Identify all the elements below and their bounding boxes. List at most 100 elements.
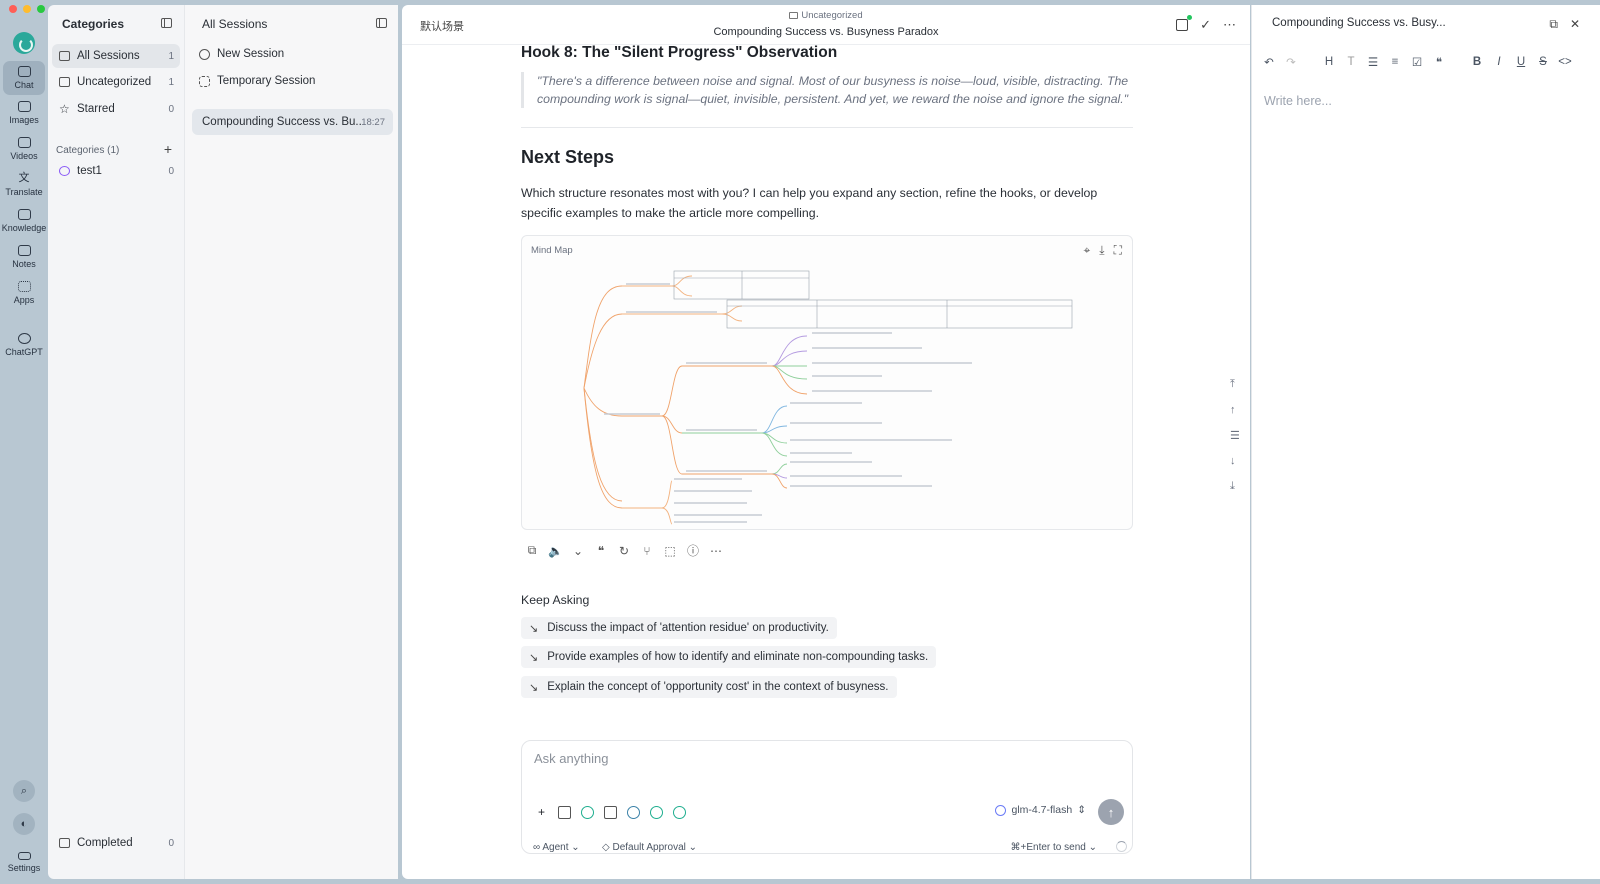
previous-message-icon[interactable]: ↑ bbox=[1230, 404, 1240, 416]
sidebar-toggle-icon[interactable] bbox=[161, 18, 172, 28]
agent-mode-selector[interactable]: ∞ Agent ⌄ bbox=[533, 842, 580, 853]
add-category-icon[interactable]: + bbox=[164, 141, 172, 157]
underline-icon[interactable]: U bbox=[1514, 56, 1528, 68]
edit-notes-icon[interactable] bbox=[1176, 14, 1193, 31]
add-icon[interactable]: + bbox=[535, 806, 548, 819]
session-list-item[interactable]: Compounding Success vs. Bu... 18:27 bbox=[192, 109, 393, 135]
rail-item-chatgpt[interactable]: ChatGPT bbox=[3, 328, 45, 362]
rail-item-chat[interactable]: Chat bbox=[3, 61, 45, 95]
speaker-icon[interactable]: 🔈 bbox=[548, 544, 563, 558]
text-icon[interactable]: T bbox=[1344, 56, 1358, 68]
temporary-session-button[interactable]: Temporary Session bbox=[199, 75, 315, 87]
chevron-down-icon[interactable]: ⌄ bbox=[571, 544, 585, 558]
copy-icon[interactable]: ⧉ bbox=[525, 543, 539, 558]
bullet-list-icon[interactable]: ☰ bbox=[1366, 55, 1380, 69]
rail-item-videos[interactable]: Videos bbox=[3, 132, 45, 166]
rail-item-label: Settings bbox=[7, 862, 41, 873]
category-all-sessions[interactable]: All Sessions 1 bbox=[52, 44, 180, 68]
select-icon[interactable]: ⬚ bbox=[663, 544, 677, 558]
bold-icon[interactable]: B bbox=[1470, 56, 1484, 68]
strikethrough-icon[interactable]: S bbox=[1536, 56, 1550, 68]
message-list-icon[interactable]: ☰ bbox=[1230, 429, 1240, 442]
rail-item-translate[interactable]: 文 Translate bbox=[3, 168, 45, 202]
suggestion-text: Explain the concept of 'opportunity cost… bbox=[547, 681, 889, 693]
video-icon bbox=[17, 137, 31, 148]
rail-item-images[interactable]: Images bbox=[3, 96, 45, 130]
send-hint-label: ⌘+Enter to send bbox=[1010, 842, 1086, 853]
send-shortcut-selector[interactable]: ⌘+Enter to send ⌄ bbox=[1011, 842, 1098, 853]
approval-selector[interactable]: ◇ Default Approval ⌄ bbox=[602, 842, 697, 853]
chat-main: 默认场景 Uncategorized Compounding Success v… bbox=[402, 5, 1250, 879]
rail-item-notes[interactable]: Notes bbox=[3, 240, 45, 274]
notes-editor[interactable]: Write here... bbox=[1264, 94, 1332, 108]
message-input[interactable]: Ask anything bbox=[534, 751, 608, 766]
sessions-toggle-icon[interactable] bbox=[376, 18, 387, 28]
attachment-icon[interactable] bbox=[558, 806, 571, 819]
quote-icon[interactable]: ❝ bbox=[1432, 55, 1446, 69]
model-icon bbox=[995, 804, 1007, 816]
ordered-list-icon[interactable]: ≡ bbox=[1388, 56, 1402, 68]
suggestion-chip[interactable]: ↘ Discuss the impact of 'attention resid… bbox=[521, 617, 837, 639]
knowledge-base-icon[interactable] bbox=[650, 806, 663, 819]
blockquote: "There's a difference between noise and … bbox=[521, 72, 1133, 108]
document-icon[interactable] bbox=[604, 806, 617, 819]
category-uncategorized[interactable]: Uncategorized 1 bbox=[52, 70, 180, 94]
model-name: glm-4.7-flash bbox=[1011, 804, 1073, 816]
rail-item-label: Chat bbox=[14, 80, 34, 90]
rail-item-label: ChatGPT bbox=[5, 347, 43, 357]
open-external-icon[interactable]: ⧉ bbox=[1549, 17, 1558, 32]
web-search-icon[interactable] bbox=[627, 806, 640, 819]
close-icon[interactable]: ✕ bbox=[1570, 17, 1580, 32]
branch-icon[interactable]: ⑂ bbox=[640, 544, 654, 558]
chat-bubble-icon bbox=[59, 51, 70, 61]
category-count: 0 bbox=[168, 837, 174, 849]
divider bbox=[521, 127, 1133, 128]
rail-item-apps[interactable]: Apps bbox=[3, 276, 45, 310]
rail-item-label: Notes bbox=[12, 259, 36, 269]
mind-map-graphic[interactable] bbox=[522, 266, 1133, 528]
new-session-button[interactable]: New Session bbox=[199, 48, 284, 60]
agent-label: Agent bbox=[542, 842, 569, 853]
breadcrumb-label: Uncategorized bbox=[801, 10, 863, 21]
download-icon[interactable]: ⤓ bbox=[1099, 243, 1104, 258]
more-icon[interactable]: ⋯ bbox=[709, 544, 723, 558]
scroll-to-bottom-icon[interactable]: ⤓ bbox=[1230, 480, 1240, 493]
category-starred[interactable]: ☆ Starred 0 bbox=[52, 97, 180, 121]
italic-icon[interactable]: I bbox=[1492, 56, 1506, 68]
next-message-icon[interactable]: ↓ bbox=[1230, 455, 1240, 467]
search-icon[interactable]: ⌕ bbox=[13, 780, 35, 802]
mind-map-card: Mind Map ⌖ ⤓ ⛶ bbox=[521, 235, 1133, 530]
mcp-tool-icon[interactable] bbox=[581, 806, 594, 819]
task-list-icon[interactable]: ☑ bbox=[1410, 55, 1424, 69]
redo-icon[interactable]: ↷ bbox=[1284, 55, 1298, 69]
suggestion-chip[interactable]: ↘ Provide examples of how to identify an… bbox=[521, 646, 937, 668]
format-toolbar: ↶ ↷ H T ☰ ≡ ☑ ❝ B I U S <> bbox=[1262, 55, 1572, 69]
rail-item-label: Images bbox=[9, 115, 39, 125]
fullscreen-icon[interactable]: ⛶ bbox=[1114, 243, 1122, 258]
recenter-icon[interactable]: ⌖ bbox=[1084, 243, 1091, 258]
sessions-panel: All Sessions New Session Temporary Sessi… bbox=[184, 5, 398, 879]
theme-toggle-icon[interactable]: ◐ bbox=[13, 813, 35, 835]
send-button[interactable]: ↑ bbox=[1098, 799, 1124, 825]
quote-icon[interactable]: ❝ bbox=[594, 544, 608, 558]
regenerate-icon[interactable]: ↻ bbox=[617, 544, 631, 558]
notes-icon bbox=[17, 245, 31, 256]
conversation-title: Compounding Success vs. Busyness Paradox bbox=[713, 26, 939, 38]
category-test1[interactable]: test1 0 bbox=[52, 159, 180, 183]
rail-item-knowledge[interactable]: Knowledge bbox=[2, 204, 46, 238]
model-selector[interactable]: glm-4.7-flash ⇕ bbox=[995, 804, 1086, 816]
plugin-icon[interactable] bbox=[673, 806, 686, 819]
icon-rail: Chat Images Videos 文 Translate Knowledge… bbox=[0, 0, 48, 884]
check-icon[interactable]: ✓ bbox=[1200, 18, 1211, 31]
notes-title: Compounding Success vs. Busy... bbox=[1272, 17, 1446, 29]
code-icon[interactable]: <> bbox=[1558, 56, 1572, 68]
more-icon[interactable]: ⋯ bbox=[1223, 18, 1236, 31]
info-icon[interactable]: ⓘ bbox=[686, 542, 700, 559]
heading-icon[interactable]: H bbox=[1322, 56, 1336, 68]
breadcrumb[interactable]: Uncategorized bbox=[402, 10, 1250, 21]
suggestion-chip[interactable]: ↘ Explain the concept of 'opportunity co… bbox=[521, 676, 897, 698]
undo-icon[interactable]: ↶ bbox=[1262, 55, 1276, 69]
category-completed[interactable]: Completed 0 bbox=[52, 831, 180, 855]
rail-item-settings[interactable]: Settings bbox=[3, 845, 45, 879]
scroll-to-top-icon[interactable]: ⤒ bbox=[1230, 378, 1240, 391]
